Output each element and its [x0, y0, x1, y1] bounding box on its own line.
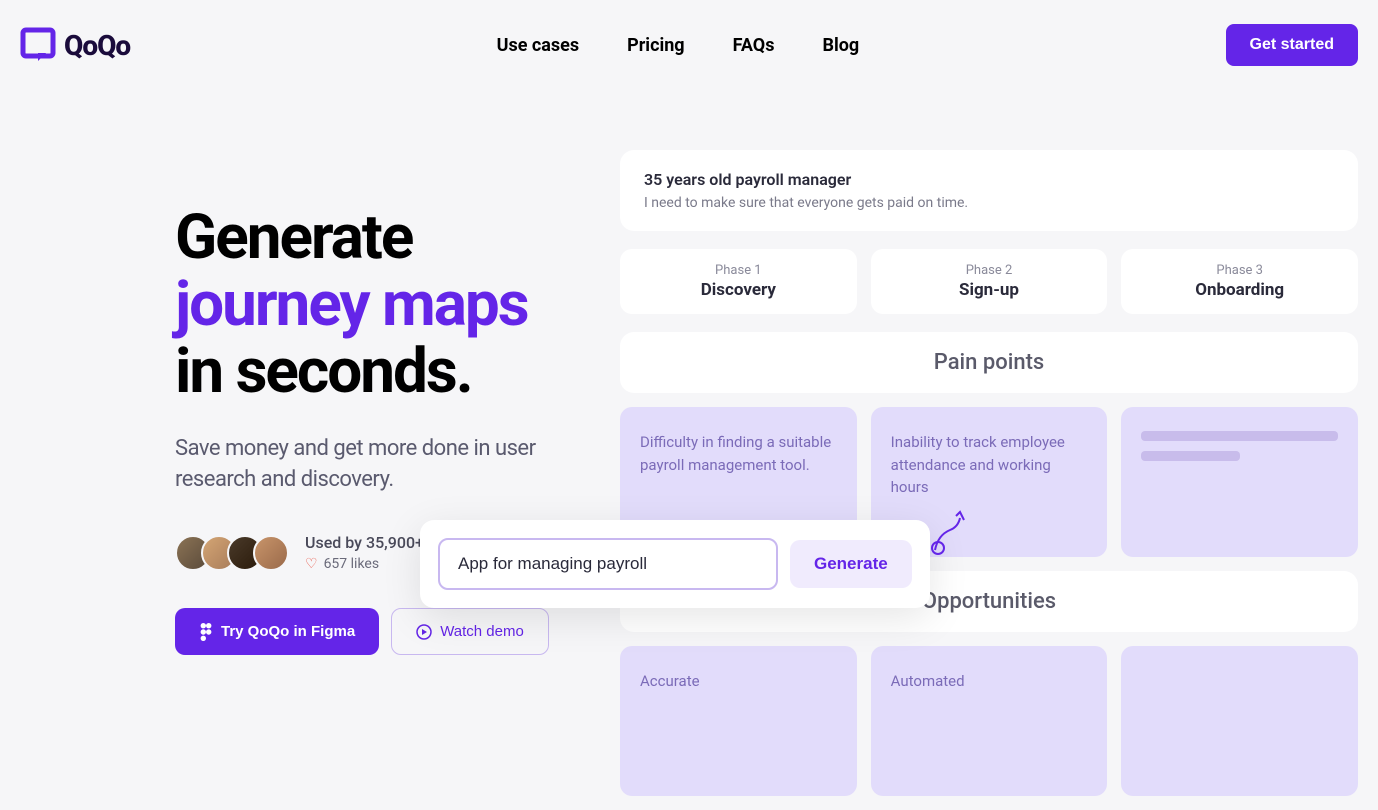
- phase-signup: Phase 2 Sign-up: [871, 249, 1108, 314]
- avatar: [253, 535, 289, 571]
- generate-panel: Generate: [420, 520, 930, 608]
- nav-faqs[interactable]: FAQs: [733, 35, 775, 56]
- logo[interactable]: QoQo: [20, 27, 130, 63]
- persona-card: 35 years old payroll manager I need to m…: [620, 150, 1358, 231]
- heart-icon: ♡: [305, 556, 318, 572]
- nav-use-cases[interactable]: Use cases: [497, 35, 580, 56]
- opportunity-card: Automated: [871, 646, 1108, 796]
- watch-demo-label: Watch demo: [440, 623, 524, 640]
- opportunity-card: Accurate: [620, 646, 857, 796]
- placeholder-line: [1141, 451, 1239, 461]
- phase-discovery: Phase 1 Discovery: [620, 249, 857, 314]
- pain-text: Inability to track employee attendance a…: [891, 431, 1088, 499]
- phase-label: Phase 1: [640, 263, 837, 278]
- phase-onboarding: Phase 3 Onboarding: [1121, 249, 1358, 314]
- headline-line1: Generate: [175, 201, 412, 274]
- likes-count: 657 likes: [324, 556, 380, 572]
- phase-label: Phase 3: [1141, 263, 1338, 278]
- watch-demo-button[interactable]: Watch demo: [391, 608, 549, 655]
- phase-label: Phase 2: [891, 263, 1088, 278]
- nav: Use cases Pricing FAQs Blog: [497, 35, 860, 56]
- headline: Generate journey maps in seconds.: [175, 205, 580, 406]
- opportunity-card-placeholder: [1121, 646, 1358, 796]
- persona-quote: I need to make sure that everyone gets p…: [644, 195, 1334, 211]
- demo-preview: 35 years old payroll manager I need to m…: [620, 150, 1358, 810]
- logo-icon: [20, 27, 56, 63]
- phases-row: Phase 1 Discovery Phase 2 Sign-up Phase …: [620, 249, 1358, 314]
- headline-line2: journey maps: [175, 268, 528, 341]
- headline-line3: in seconds.: [175, 335, 472, 408]
- hero-section: Generate journey maps in seconds. Save m…: [20, 150, 580, 810]
- opportunity-cards-row: Accurate Automated: [620, 646, 1358, 796]
- nav-pricing[interactable]: Pricing: [627, 35, 684, 56]
- phase-name: Discovery: [640, 280, 837, 300]
- pain-text: Difficulty in finding a suitable payroll…: [640, 431, 837, 476]
- figma-icon: [199, 623, 213, 641]
- main-content: Generate journey maps in seconds. Save m…: [0, 150, 1378, 810]
- placeholder: [1141, 431, 1338, 461]
- header: QoQo Use cases Pricing FAQs Blog Get sta…: [0, 0, 1378, 90]
- opportunity-text: Accurate: [640, 670, 837, 693]
- subheadline: Save money and get more done in user res…: [175, 434, 580, 496]
- nav-blog[interactable]: Blog: [822, 35, 859, 56]
- try-figma-button[interactable]: Try QoQo in Figma: [175, 608, 379, 655]
- pain-card-placeholder: [1121, 407, 1358, 557]
- arrow-decoration-icon: [930, 510, 970, 560]
- phase-name: Sign-up: [891, 280, 1088, 300]
- opportunity-text: Automated: [891, 670, 1088, 693]
- persona-title: 35 years old payroll manager: [644, 170, 1334, 189]
- try-figma-label: Try QoQo in Figma: [221, 623, 355, 640]
- generate-button[interactable]: Generate: [790, 540, 912, 588]
- play-icon: [416, 624, 432, 640]
- logo-text: QoQo: [64, 29, 130, 62]
- placeholder-line: [1141, 431, 1338, 441]
- avatar-stack: [175, 535, 289, 571]
- pain-points-title: Pain points: [620, 350, 1358, 375]
- pain-points-header: Pain points: [620, 332, 1358, 393]
- get-started-button[interactable]: Get started: [1226, 24, 1358, 66]
- phase-name: Onboarding: [1141, 280, 1338, 300]
- generate-input[interactable]: [438, 538, 778, 590]
- cta-buttons: Try QoQo in Figma Watch demo: [175, 608, 580, 655]
